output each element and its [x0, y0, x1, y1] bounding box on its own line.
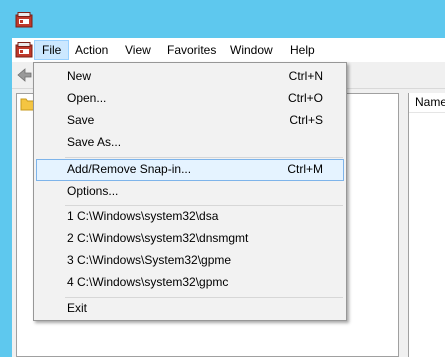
menu-item-shortcut: Ctrl+O — [287, 91, 323, 105]
menu-item-label: Open... — [67, 91, 107, 105]
result-list-pane[interactable]: Name — [408, 93, 445, 357]
menu-item-recent-3[interactable]: 3 C:\Windows\System32\gpme — [36, 250, 344, 272]
menu-item-label: Exit — [67, 301, 88, 315]
back-arrow-icon[interactable] — [16, 67, 32, 83]
menu-item-recent-4[interactable]: 4 C:\Windows\system32\gpmc — [36, 272, 344, 294]
menu-item-shortcut: Ctrl+S — [289, 113, 323, 127]
menu-item-shortcut: Ctrl+N — [288, 69, 323, 83]
menu-item-label: Save As... — [67, 135, 122, 149]
menu-bar: File Action View Favorites Window Help — [12, 38, 445, 62]
menu-help[interactable]: Help — [283, 40, 322, 60]
menu-separator — [65, 157, 343, 158]
menu-item-add-remove-snap-in[interactable]: Add/Remove Snap-in... Ctrl+M — [36, 159, 344, 181]
menu-action[interactable]: Action — [68, 40, 115, 60]
menu-item-label: 4 C:\Windows\system32\gpmc — [67, 275, 229, 289]
file-menu-dropdown: New Ctrl+N Open... Ctrl+O Save Ctrl+S Sa… — [33, 62, 347, 321]
menu-item-exit[interactable]: Exit — [36, 298, 344, 320]
menu-view[interactable]: View — [118, 40, 158, 60]
menu-item-recent-1[interactable]: 1 C:\Windows\system32\dsa — [36, 206, 344, 228]
menu-item-shortcut: Ctrl+M — [287, 162, 323, 176]
menu-item-options[interactable]: Options... — [36, 181, 344, 203]
menu-item-label: New — [67, 69, 92, 83]
menu-item-label: Add/Remove Snap-in... — [67, 162, 192, 176]
menu-item-label: Save — [67, 113, 95, 127]
menu-favorites[interactable]: Favorites — [160, 40, 223, 60]
menu-item-label: Options... — [67, 184, 119, 198]
menu-item-label: 2 C:\Windows\system32\dnsmgmt — [67, 231, 249, 245]
column-header-name[interactable]: Name — [409, 93, 445, 113]
menu-item-label: 3 C:\Windows\System32\gpme — [67, 253, 232, 267]
window-border — [0, 38, 12, 357]
menu-item-recent-2[interactable]: 2 C:\Windows\system32\dnsmgmt — [36, 228, 344, 250]
menu-item-save-as[interactable]: Save As... — [36, 132, 344, 154]
menu-item-label: 1 C:\Windows\system32\dsa — [67, 209, 219, 223]
menu-item-save[interactable]: Save Ctrl+S — [36, 110, 344, 132]
menu-window[interactable]: Window — [223, 40, 280, 60]
system-menu-icon[interactable] — [15, 42, 33, 58]
title-bar — [0, 0, 445, 38]
mmc-console-icon[interactable] — [15, 12, 33, 28]
menu-file[interactable]: File — [34, 40, 70, 60]
menu-item-new[interactable]: New Ctrl+N — [36, 66, 344, 88]
menu-item-open[interactable]: Open... Ctrl+O — [36, 88, 344, 110]
